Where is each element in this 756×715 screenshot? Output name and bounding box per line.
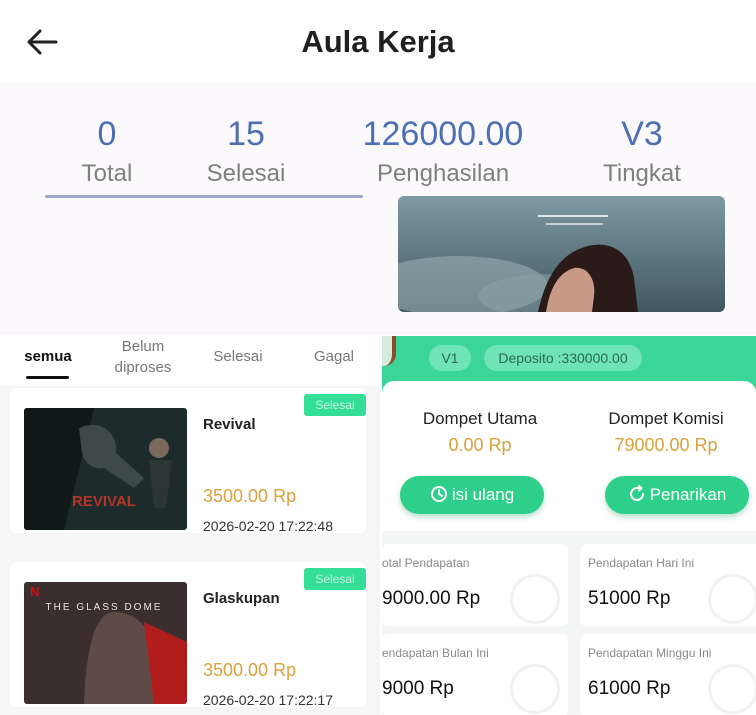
refresh-icon [629, 485, 644, 501]
task-poster-image: N THE GLASS DOME [24, 582, 187, 704]
task-time: 2026-02-20 17:22:17 [203, 692, 333, 708]
tab-pending[interactable]: Belum diproses [104, 336, 182, 378]
earning-today: Pendapatan Hari Ini 51000 Rp [580, 544, 756, 626]
deposit-badge: Deposito :330000.00 [484, 345, 642, 371]
withdraw-button-label: Penarikan [649, 485, 727, 504]
earning-value: 9000.00 Rp [382, 588, 481, 609]
task-price: 3500.00 Rp [203, 486, 297, 506]
stat-level-label: Tingkat [603, 160, 681, 187]
stats-panel: 0 Total 15 Selesai 126000.00 Penghasilan… [0, 82, 756, 335]
tab-completed[interactable]: Selesai [206, 346, 270, 367]
stat-income: 126000.00 Penghasilan [353, 112, 533, 192]
earning-value: 9000 Rp [382, 678, 454, 699]
clock-refresh-icon [430, 486, 447, 502]
earning-value: 51000 Rp [588, 588, 671, 609]
withdraw-button[interactable]: Penarikan [605, 476, 749, 514]
stat-completed: 15 Selesai [156, 112, 336, 192]
main-wallet-label: Dompet Utama [422, 409, 538, 428]
stat-completed-value: 15 [227, 115, 265, 153]
task-poster-image: REVIVAL [24, 408, 187, 530]
stat-level: V3 Tingkat [552, 112, 732, 192]
decorative-shape [382, 336, 396, 366]
task-tabs: semua Belum diproses Selesai Gagal [0, 336, 380, 386]
earning-label: Pendapatan Hari Ini [588, 556, 695, 570]
task-title: Glaskupan [203, 590, 280, 607]
earning-label: endapatan Bulan Ini [382, 646, 489, 660]
background-decoration [708, 664, 756, 714]
earning-label: Pendapatan Minggu Ini [588, 646, 712, 660]
status-badge: Selesai [304, 394, 366, 416]
stat-income-label: Penghasilan [376, 160, 510, 187]
tab-indicator [26, 376, 69, 379]
earning-value: 61000 Rp [588, 678, 671, 699]
stat-underline [45, 195, 363, 198]
commission-wallet-label: Dompet Komisi [608, 409, 724, 428]
task-card[interactable]: N THE GLASS DOME Glaskupan 3500.00 Rp 20… [10, 562, 366, 708]
task-poster-title: THE GLASS DOME [46, 602, 163, 613]
page-title: Aula Kerja [301, 24, 455, 59]
task-price: 3500.00 Rp [203, 660, 297, 680]
level-badge: V1 [429, 345, 471, 371]
earning-label: otal Pendapatan [382, 556, 470, 570]
main-wallet-value: 0.00 Rp [448, 435, 512, 455]
stat-completed-label: Selesai [206, 160, 286, 187]
earning-total: otal Pendapatan 9000.00 Rp [382, 544, 568, 626]
task-poster-title: REVIVAL [72, 493, 136, 510]
earning-week: Pendapatan Minggu Ini 61000 Rp [580, 634, 756, 715]
stat-income-value: 126000.00 [362, 115, 524, 153]
wallet-card: Dompet Utama 0.00 Rp Dompet Komisi 79000… [382, 381, 756, 531]
topup-button[interactable]: isi ulang [400, 476, 544, 514]
background-decoration [708, 574, 756, 624]
background-decoration [510, 574, 560, 624]
tab-all[interactable]: semua [22, 346, 74, 367]
task-card[interactable]: REVIVAL Revival 3500.00 Rp 2026-02-20 17… [10, 388, 366, 534]
tab-failed[interactable]: Gagal [308, 346, 360, 367]
status-badge: Selesai [304, 568, 366, 590]
commission-wallet: Dompet Komisi 79000.00 Rp [576, 407, 756, 459]
task-title: Revival [203, 416, 256, 433]
background-decoration [510, 664, 560, 714]
wallet-panel: V1 Deposito :330000.00 Dompet Utama 0.00… [382, 336, 756, 715]
task-time: 2026-02-20 17:22:48 [203, 518, 333, 534]
topup-button-label: isi ulang [451, 485, 515, 504]
app-header: Aula Kerja [0, 0, 756, 82]
main-wallet: Dompet Utama 0.00 Rp [390, 407, 570, 459]
movie-banner-image [398, 196, 725, 312]
earning-month: endapatan Bulan Ini 9000 Rp [382, 634, 568, 715]
svg-text:N: N [30, 584, 39, 599]
stat-level-value: V3 [621, 115, 663, 153]
commission-wallet-value: 79000.00 Rp [614, 435, 718, 455]
task-panel: semua Belum diproses Selesai Gagal REVIV… [0, 336, 380, 715]
